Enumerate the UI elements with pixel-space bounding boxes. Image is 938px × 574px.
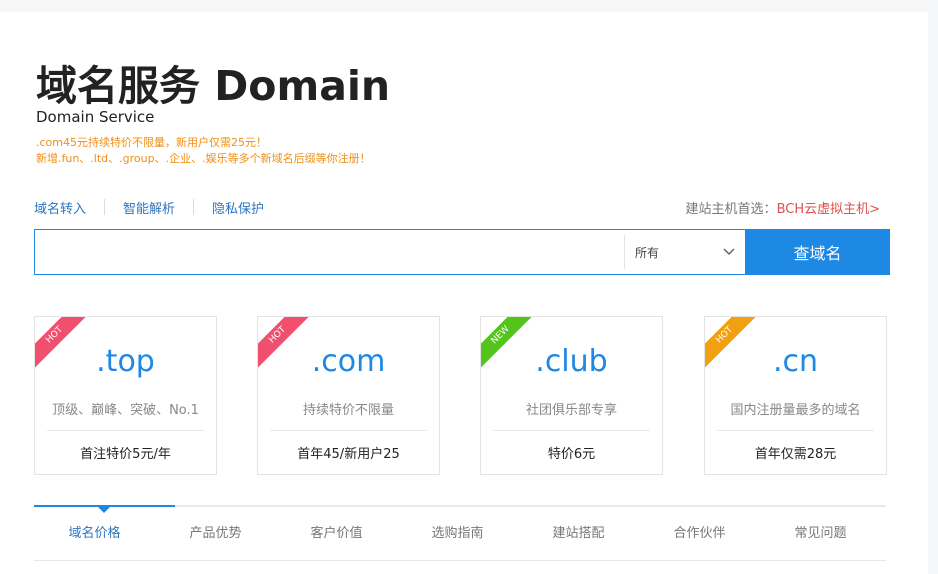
tab-buying-guide[interactable]: 选购指南 xyxy=(397,507,518,560)
tab-partners[interactable]: 合作伙伴 xyxy=(639,507,760,560)
domain-card-top[interactable]: HOT .top 顶级、巅峰、突破、No.1 首注特价5元/年 xyxy=(34,316,217,475)
domain-search-input[interactable] xyxy=(35,230,624,274)
suffix-select-value: 所有 xyxy=(635,245,660,260)
tab-site-building[interactable]: 建站搭配 xyxy=(518,507,639,560)
domain-description: 社团俱乐部专享 xyxy=(525,403,617,418)
link-bch-virtual-host[interactable]: BCH云虚拟主机> xyxy=(777,202,880,217)
domain-extension: .cn xyxy=(772,344,819,379)
card-divider xyxy=(270,430,427,431)
card-divider xyxy=(47,430,204,431)
active-tab-pointer xyxy=(98,507,110,513)
domain-price: 首年仅需28元 xyxy=(754,447,837,462)
page-title: 域名服务 Domain xyxy=(36,62,391,110)
domain-description: 持续特价不限量 xyxy=(302,403,394,418)
tab-product-advantages[interactable]: 产品优势 xyxy=(155,507,276,560)
card-divider xyxy=(493,430,650,431)
domain-cards: HOT .top 顶级、巅峰、突破、No.1 首注特价5元/年 HOT .com… xyxy=(34,316,890,475)
domain-service-panel: 域名服务 Domain Domain Service .com45元持续特价不限… xyxy=(0,12,928,574)
domain-price: 特价6元 xyxy=(547,447,596,462)
domain-description: 国内注册量最多的域名 xyxy=(730,403,861,418)
chevron-down-icon xyxy=(723,246,735,258)
suffix-select[interactable]: 所有 xyxy=(625,230,745,274)
promo-text-com: .com45元持续特价不限量，新用户仅需25元！ xyxy=(36,136,267,149)
domain-price: 首注特价5元/年 xyxy=(80,447,171,462)
domain-search-bar: 所有 查域名 xyxy=(34,229,890,275)
domain-extension: .com xyxy=(311,344,386,379)
domain-description: 顶级、巅峰、突破、No.1 xyxy=(52,403,199,418)
domain-card-cn[interactable]: HOT .cn 国内注册量最多的域名 首年仅需28元 xyxy=(704,316,887,475)
domain-extension: .top xyxy=(96,344,155,379)
domain-card-com[interactable]: HOT .com 持续特价不限量 首年45/新用户25 xyxy=(257,316,440,475)
link-smart-dns[interactable]: 智能解析 xyxy=(123,198,175,217)
search-domain-button[interactable]: 查域名 xyxy=(745,229,890,275)
link-divider xyxy=(104,199,106,215)
section-tabs: 域名价格 产品优势 客户价值 选购指南 建站搭配 合作伙伴 常见问题 xyxy=(34,505,886,561)
card-divider xyxy=(717,430,874,431)
tab-customer-value[interactable]: 客户价值 xyxy=(276,507,397,560)
tab-domain-price[interactable]: 域名价格 xyxy=(34,507,155,560)
promo-text-new-suffixes: 新增.fun、.ltd、.group、.企业、.娱乐等多个新域名后缀等你注册！ xyxy=(36,152,371,165)
host-promo: 建站主机首选：BCH云虚拟主机> xyxy=(686,198,880,217)
link-divider xyxy=(193,199,195,215)
domain-card-club[interactable]: NEW .club 社团俱乐部专享 特价6元 xyxy=(480,316,663,475)
search-input-wrapper: 所有 xyxy=(34,229,745,275)
link-privacy-protection[interactable]: 隐私保护 xyxy=(212,198,264,217)
host-promo-prefix: 建站主机首选： xyxy=(685,202,777,217)
tab-faq[interactable]: 常见问题 xyxy=(760,507,881,560)
link-domain-transfer[interactable]: 域名转入 xyxy=(34,198,86,217)
domain-price: 首年45/新用户25 xyxy=(297,447,400,462)
domain-extension: .club xyxy=(535,344,608,379)
page-subtitle: Domain Service xyxy=(36,108,155,126)
quick-links: 域名转入 智能解析 隐私保护 xyxy=(34,198,264,217)
